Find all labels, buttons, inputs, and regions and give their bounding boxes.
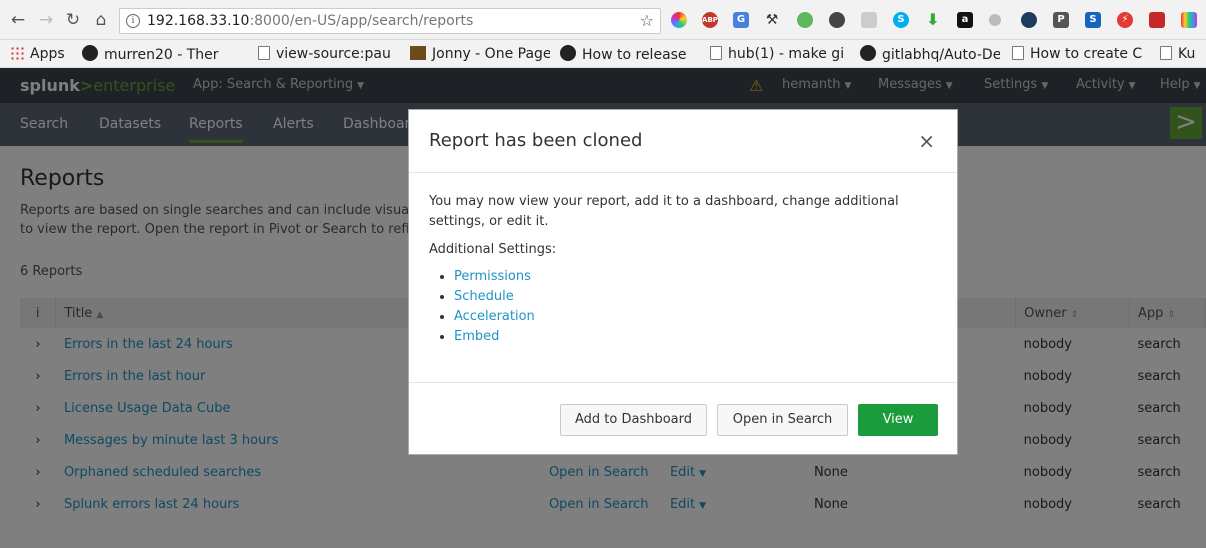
additional-settings-label: Additional Settings: — [429, 242, 557, 257]
download-extension-icon[interactable]: ⬇ — [925, 12, 941, 28]
view-button[interactable]: View — [858, 404, 938, 436]
add-to-dashboard-button[interactable]: Add to Dashboard — [560, 404, 707, 436]
bookmarks-bar: Apps murren20 - Ther view-source:pau Jon… — [0, 40, 1206, 68]
amazon-extension-icon[interactable]: a — [957, 12, 973, 28]
adblock-extension-icon[interactable]: ABP — [702, 12, 718, 28]
skype-extension-icon[interactable]: S — [893, 12, 909, 28]
embed-link[interactable]: Embed — [454, 327, 939, 347]
report-cloned-dialog: Report has been cloned × You may now vie… — [408, 109, 958, 455]
ghost-extension-icon[interactable] — [989, 14, 1001, 26]
bookmark-apps[interactable]: Apps — [10, 45, 72, 63]
page-icon — [710, 46, 722, 60]
forward-icon[interactable]: → — [36, 10, 56, 30]
settings-links-list: Permissions Schedule Acceleration Embed — [454, 267, 939, 347]
s-extension-icon[interactable]: S — [1085, 12, 1101, 28]
bookmark-hub[interactable]: hub(1) - make gi — [710, 45, 852, 63]
permissions-link[interactable]: Permissions — [454, 267, 939, 287]
acceleration-link[interactable]: Acceleration — [454, 307, 939, 327]
close-icon[interactable]: × — [918, 130, 935, 152]
schedule-link[interactable]: Schedule — [454, 287, 939, 307]
page-icon — [1012, 46, 1024, 60]
bookmark-image-icon — [410, 46, 426, 60]
p-extension-icon[interactable]: P — [1053, 12, 1069, 28]
home-icon[interactable]: ⌂ — [91, 10, 111, 30]
camera-extension-icon[interactable] — [829, 12, 845, 28]
github-icon — [860, 45, 876, 61]
shield-extension-icon[interactable] — [1149, 12, 1165, 28]
sync-extension-icon[interactable] — [1021, 12, 1037, 28]
info-icon[interactable]: i — [126, 14, 140, 28]
github-icon — [82, 45, 98, 61]
page-icon — [258, 46, 270, 60]
color-grid-extension-icon[interactable] — [1181, 12, 1197, 28]
modal-body: You may now view your report, add it to … — [429, 192, 939, 347]
bookmark-how-to-release[interactable]: How to release — [560, 45, 698, 63]
bookmark-gitlabhq[interactable]: gitlabhq/Auto-De — [860, 45, 1000, 63]
bookmark-ku[interactable]: Ku — [1160, 45, 1206, 63]
bookmark-view-source[interactable]: view-source:pau — [258, 45, 398, 63]
bookmark-jonny[interactable]: Jonny - One Page — [410, 45, 550, 63]
url-text[interactable]: 192.168.33.10:8000/en-US/app/search/repo… — [147, 13, 473, 29]
apps-grid-icon — [10, 46, 24, 60]
refresh-extension-icon[interactable] — [797, 12, 813, 28]
translate-extension-icon[interactable]: G — [733, 12, 749, 28]
open-in-search-button[interactable]: Open in Search — [717, 404, 848, 436]
page-icon — [1160, 46, 1172, 60]
address-bar[interactable]: i 192.168.33.10:8000/en-US/app/search/re… — [119, 8, 661, 34]
flash-extension-icon[interactable]: ⚡ — [1117, 12, 1133, 28]
tools-extension-icon[interactable]: ⚒ — [764, 12, 780, 28]
github-icon — [560, 45, 576, 61]
bookmark-murren20[interactable]: murren20 - Ther — [82, 45, 248, 63]
bookmark-how-to-create[interactable]: How to create C — [1012, 45, 1150, 63]
bookmark-star-icon[interactable]: ☆ — [640, 11, 654, 30]
modal-header: Report has been cloned × — [409, 110, 957, 173]
modal-footer: Add to Dashboard Open in Search View — [409, 382, 957, 454]
back-icon[interactable]: ← — [8, 10, 28, 30]
modal-title: Report has been cloned — [429, 130, 643, 151]
color-picker-extension-icon[interactable] — [671, 12, 687, 28]
grid-extension-icon[interactable] — [861, 12, 877, 28]
reload-icon[interactable]: ↻ — [63, 10, 83, 30]
browser-toolbar: ← → ↻ ⌂ i 192.168.33.10:8000/en-US/app/s… — [0, 0, 1206, 40]
modal-message: You may now view your report, add it to … — [429, 194, 899, 229]
